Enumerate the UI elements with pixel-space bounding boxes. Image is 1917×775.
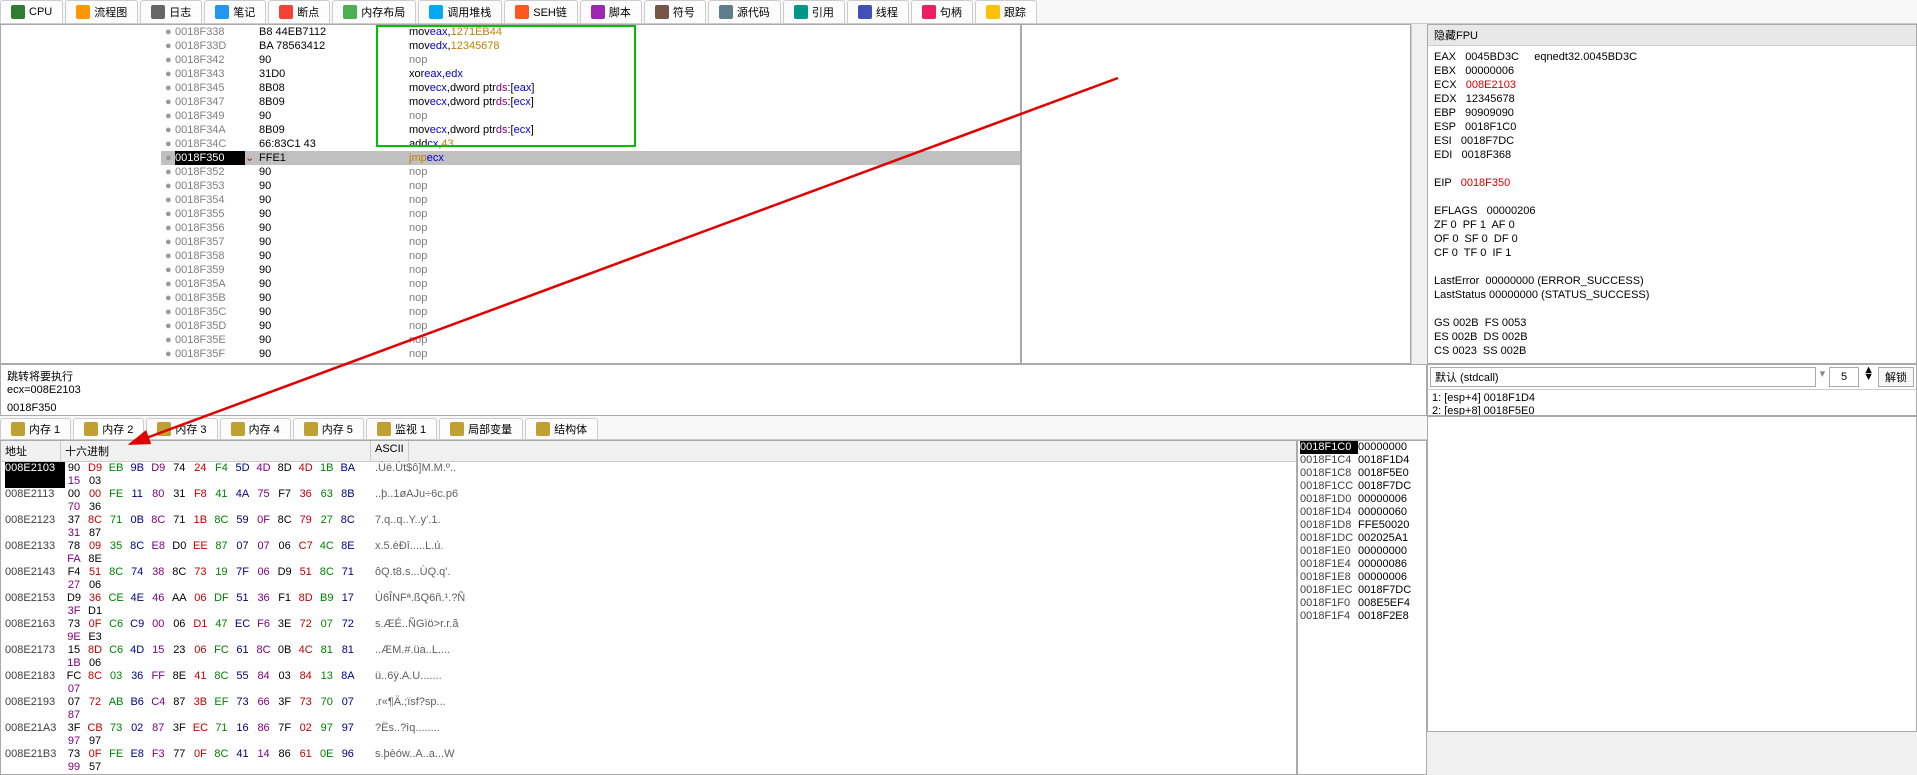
stack-panel[interactable]: 0018F1C0000000000018F1C40018F1D40018F1C8… — [1297, 440, 1427, 775]
disasm-row[interactable]: ●0018F338B8 44EB7112mov eax,1271EB44 — [161, 25, 1020, 39]
tab-引用[interactable]: 引用 — [783, 0, 845, 23]
disasm-row[interactable]: ●0018F35A90nop — [161, 277, 1020, 291]
memtab-内存 1[interactable]: 内存 1 — [0, 418, 71, 439]
memtab-内存 2[interactable]: 内存 2 — [73, 418, 144, 439]
dump-row[interactable]: 008E21A33F CB 73 02 87 3F EC 71 16 86 7F… — [1, 722, 1296, 748]
disasm-row[interactable]: ●0018F3478B09mov ecx,dword ptr ds:[ecx] — [161, 95, 1020, 109]
tab-源代码[interactable]: 源代码 — [708, 0, 781, 23]
call-args-panel: 默认 (stdcall) ▾ ▲▼ 解锁 1: [esp+4] 0018F1D4… — [1427, 364, 1917, 416]
tab-线程[interactable]: 线程 — [847, 0, 909, 23]
tab-跟踪[interactable]: 跟踪 — [975, 0, 1037, 23]
disasm-row[interactable]: ●0018F34990nop — [161, 109, 1020, 123]
extra-panel — [1427, 416, 1917, 732]
stack-row[interactable]: 0018F1C000000000 — [1298, 441, 1426, 454]
tab-脚本[interactable]: 脚本 — [580, 0, 642, 23]
memtab-局部变量[interactable]: 局部变量 — [439, 418, 523, 439]
tab-流程图[interactable]: 流程图 — [65, 0, 138, 23]
stack-row[interactable]: 0018F1F40018F2E8 — [1298, 610, 1426, 623]
memory-dump-panel[interactable]: 地址 十六进制 ASCII 008E210390 D9 EB 9B D9 74 … — [0, 440, 1297, 775]
jump-addr: 0018F350 — [7, 402, 1420, 414]
disasm-row[interactable]: ●0018F34A8B09mov ecx,dword ptr ds:[ecx] — [161, 123, 1020, 137]
disasm-row[interactable]: ●0018F35790nop — [161, 235, 1020, 249]
dump-row[interactable]: 008E217315 8D C6 4D 15 23 06 FC 61 8C 0B… — [1, 644, 1296, 670]
tab-内存布局[interactable]: 内存布局 — [332, 0, 416, 23]
dump-row[interactable]: 008E219307 72 AB B6 C4 87 3B EF 73 66 3F… — [1, 696, 1296, 722]
tab-符号[interactable]: 符号 — [644, 0, 706, 23]
memtab-内存 3[interactable]: 内存 3 — [146, 418, 217, 439]
tab-笔记[interactable]: 笔记 — [204, 0, 266, 23]
dump-row[interactable]: 008E2153D9 36 CE 4E 46 AA 06 DF 51 36 F1… — [1, 592, 1296, 618]
disasm-row[interactable]: ●0018F35B90nop — [161, 291, 1020, 305]
stack-row[interactable]: 0018F1EC0018F7DC — [1298, 584, 1426, 597]
disasm-row[interactable]: ●0018F34C66:83C1 43add cx,43 — [161, 137, 1020, 151]
memory-tab-bar: 内存 1内存 2内存 3内存 4内存 5监视 1局部变量结构体 — [0, 416, 1427, 440]
stack-row[interactable]: 0018F1E800000006 — [1298, 571, 1426, 584]
stack-row[interactable]: 0018F1DC002025A1 — [1298, 532, 1426, 545]
stack-row[interactable]: 0018F1CC0018F7DC — [1298, 480, 1426, 493]
registers-panel[interactable]: 隐藏FPU EAX 0045BD3C eqnedt32.0045BD3CEBX … — [1427, 24, 1917, 364]
disasm-row[interactable]: ●0018F35C90nop — [161, 305, 1020, 319]
dump-row[interactable]: 008E2143F4 51 8C 74 38 8C 73 19 7F 06 D9… — [1, 566, 1296, 592]
arg-count-spin[interactable] — [1829, 367, 1859, 387]
disassembly-panel[interactable]: ●0018F338B8 44EB7112mov eax,1271EB44●001… — [0, 24, 1021, 364]
lock-button[interactable]: 解锁 — [1878, 367, 1914, 387]
disasm-row[interactable]: ●0018F3458B08mov ecx,dword ptr ds:[eax] — [161, 81, 1020, 95]
disasm-row[interactable]: ●0018F35F90nop — [161, 347, 1020, 361]
registers-title[interactable]: 隐藏FPU — [1428, 25, 1916, 46]
disasm-row[interactable]: ●0018F35490nop — [161, 193, 1020, 207]
jump-title: 跳转将要执行 — [7, 368, 1420, 384]
dump-row[interactable]: 008E210390 D9 EB 9B D9 74 24 F4 5D 4D 8D… — [1, 462, 1296, 488]
disasm-row[interactable]: ●0018F35290nop — [161, 165, 1020, 179]
stack-row[interactable]: 0018F1E000000000 — [1298, 545, 1426, 558]
disasm-row[interactable]: ●0018F35590nop — [161, 207, 1020, 221]
stack-row[interactable]: 0018F1D400000060 — [1298, 506, 1426, 519]
scrollbar[interactable] — [1411, 24, 1427, 364]
stack-row[interactable]: 0018F1D000000006 — [1298, 493, 1426, 506]
stack-row[interactable]: 0018F1C80018F5E0 — [1298, 467, 1426, 480]
disasm-row[interactable]: ●0018F34290nop — [161, 53, 1020, 67]
disasm-row[interactable]: ●0018F35E90nop — [161, 333, 1020, 347]
disasm-row[interactable]: ●0018F34331D0xor eax,edx — [161, 67, 1020, 81]
calling-convention-select[interactable]: 默认 (stdcall) — [1430, 367, 1816, 387]
memtab-监视 1[interactable]: 监视 1 — [366, 418, 437, 439]
memtab-内存 5[interactable]: 内存 5 — [293, 418, 364, 439]
jump-ecx: ecx=008E2103 — [7, 384, 1420, 396]
tab-SEH链[interactable]: SEH链 — [504, 0, 578, 23]
dump-row[interactable]: 008E2183FC 8C 03 36 FF 8E 41 8C 55 84 03… — [1, 670, 1296, 696]
tab-句柄[interactable]: 句柄 — [911, 0, 973, 23]
memtab-内存 4[interactable]: 内存 4 — [220, 418, 291, 439]
dump-row[interactable]: 008E211300 00 FE 11 80 31 F8 41 4A 75 F7… — [1, 488, 1296, 514]
dump-row[interactable]: 008E212337 8C 71 0B 8C 71 1B 8C 59 0F 8C… — [1, 514, 1296, 540]
tab-CPU[interactable]: CPU — [0, 0, 63, 23]
disasm-row[interactable]: ●0018F36090nop — [161, 361, 1020, 363]
stack-row[interactable]: 0018F1E400000086 — [1298, 558, 1426, 571]
disasm-row[interactable]: ●0018F33DBA 78563412mov edx,12345678 — [161, 39, 1020, 53]
disasm-row[interactable]: ●0018F35990nop — [161, 263, 1020, 277]
tab-断点[interactable]: 断点 — [268, 0, 330, 23]
disasm-row[interactable]: ●0018F350⌄FFE1jmp ecx — [161, 151, 1020, 165]
disasm-row[interactable]: ●0018F35890nop — [161, 249, 1020, 263]
jump-info-panel: 跳转将要执行 ecx=008E2103 0018F350 — [0, 364, 1427, 416]
stack-row[interactable]: 0018F1C40018F1D4 — [1298, 454, 1426, 467]
dump-row[interactable]: 008E216373 0F C6 C9 00 06 D1 47 EC F6 3E… — [1, 618, 1296, 644]
memtab-结构体[interactable]: 结构体 — [525, 418, 598, 439]
top-tab-bar: CPU流程图日志笔记断点内存布局调用堆栈SEH链脚本符号源代码引用线程句柄跟踪 — [0, 0, 1917, 24]
dump-header: 地址 十六进制 ASCII — [1, 441, 1296, 462]
dump-row[interactable]: 008E213378 09 35 8C E8 D0 EE 87 07 07 06… — [1, 540, 1296, 566]
stack-row[interactable]: 0018F1F0008E5EF4 — [1298, 597, 1426, 610]
disasm-row[interactable]: ●0018F35690nop — [161, 221, 1020, 235]
tab-日志[interactable]: 日志 — [140, 0, 202, 23]
stack-row[interactable]: 0018F1D8FFE50020 — [1298, 519, 1426, 532]
disasm-row[interactable]: ●0018F35390nop — [161, 179, 1020, 193]
dump-row[interactable]: 008E21B373 0F FE E8 F3 77 0F 8C 41 14 86… — [1, 748, 1296, 774]
disasm-row[interactable]: ●0018F35D90nop — [161, 319, 1020, 333]
tab-调用堆栈[interactable]: 调用堆栈 — [418, 0, 502, 23]
